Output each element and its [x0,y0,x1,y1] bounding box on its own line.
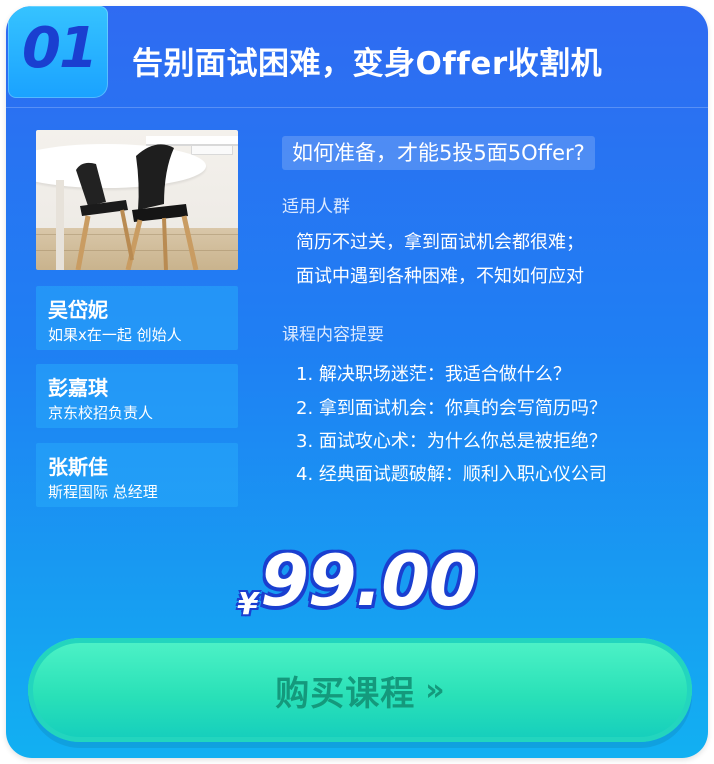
outline-item: 3. 面试攻心术：为什么你总是被拒绝？ [296,431,607,452]
chair-illustration [75,144,199,270]
outline-title: 课程内容提要 [282,325,384,345]
mentor-name: 吴岱妮 [48,298,108,322]
outline-item: 4. 经典面试题破解：顺利入职心仪公司 [296,464,607,485]
course-question: 如何准备，才能5投5面5Offer? [282,136,595,170]
price-amount: 99.00 [260,540,477,622]
outline-item: 2. 拿到面试机会：你真的会写简历吗？ [296,398,607,419]
mentor-card: 彭嘉琪 京东校招负责人 [36,364,238,428]
price-display: ¥99.00 [6,540,708,622]
course-title: 告别面试困难，变身Offer收割机 [132,46,603,82]
mentor-name: 彭嘉琪 [48,376,108,400]
section-number: 01 [22,16,98,81]
mentor-name: 张斯佳 [48,455,108,479]
double-chevron-right-icon: » [425,672,445,708]
audience-line: 简历不过关，拿到面试机会都很难； [296,232,584,253]
audience-line: 面试中遇到各种困难，不知如何应对 [296,266,584,287]
outline-item: 1. 解决职场迷茫：我适合做什么？ [296,364,571,385]
course-card: 01 告别面试困难，变身Offer收割机 吴岱妮 如果x在一起 创始人 彭嘉琪 … [6,6,708,758]
audience-title: 适用人群 [282,197,350,217]
currency-symbol: ¥ [237,587,259,622]
buy-button-label: 购买课程 [275,673,416,714]
mentor-card: 张斯佳 斯程国际 总经理 [36,443,238,507]
mentor-role: 京东校招负责人 [48,404,154,422]
mentor-role: 斯程国际 总经理 [48,483,158,501]
section-number-badge: 01 [8,6,108,98]
course-cover-image [36,130,238,270]
mentor-role: 如果x在一起 创始人 [48,326,182,344]
card-header: 01 告别面试困难，变身Offer收割机 [6,6,708,108]
mentor-card: 吴岱妮 如果x在一起 创始人 [36,286,238,350]
buy-course-button[interactable]: 购买课程 » [28,638,692,742]
